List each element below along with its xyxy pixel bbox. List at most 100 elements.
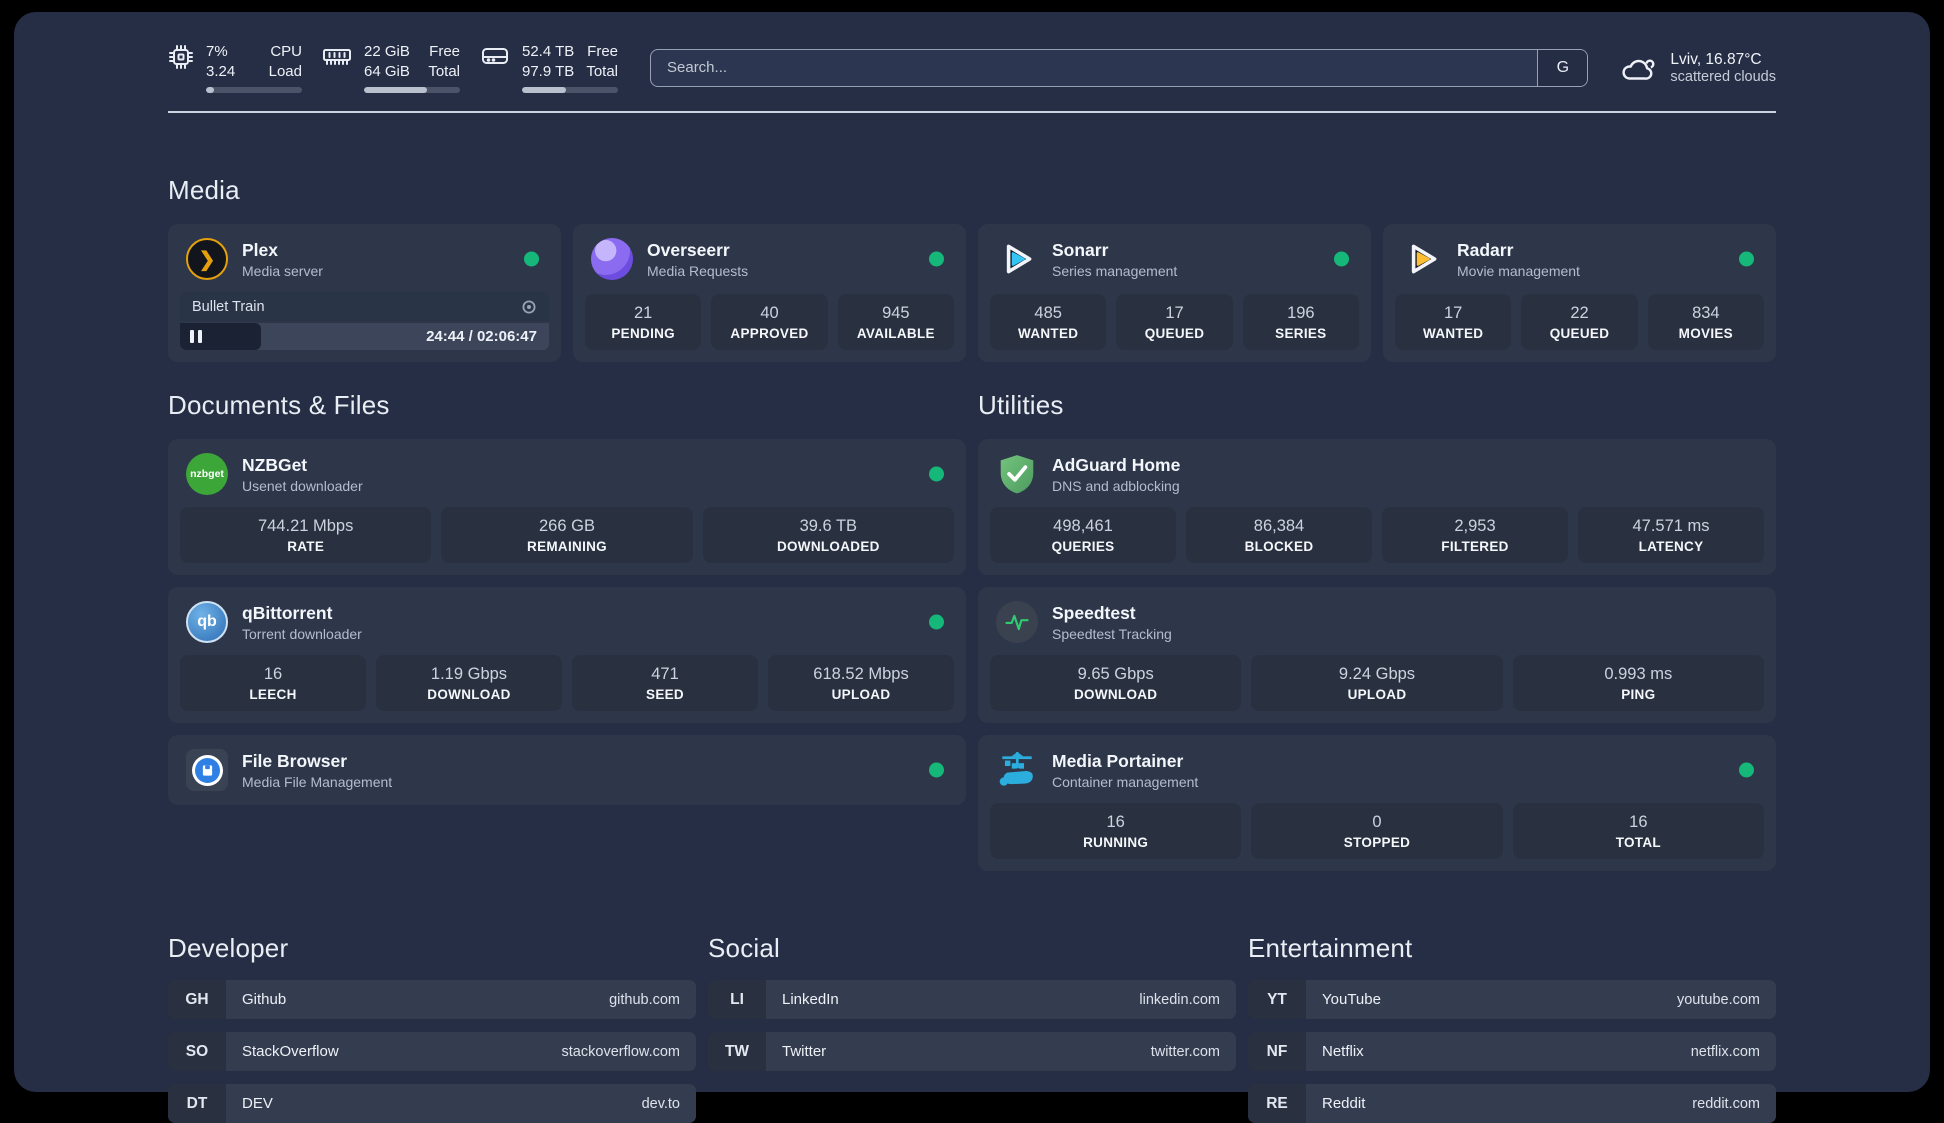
- app-description: Media Requests: [647, 262, 749, 279]
- stat-tile: 196 SERIES: [1242, 294, 1359, 350]
- app-name: qBittorrent: [242, 602, 333, 623]
- stat-label: LATENCY: [1638, 538, 1704, 554]
- header-divider: [168, 111, 1776, 113]
- card-header: Sonarr Series management: [990, 236, 1359, 282]
- stat-tile: 945 AVAILABLE: [837, 294, 954, 350]
- app-card-portainer[interactable]: Media Portainer Container management 16 …: [978, 735, 1776, 871]
- stat-label: LEECH: [249, 686, 297, 702]
- stat-value: 196: [1287, 303, 1315, 322]
- cpu-usage-value: 7%: [206, 43, 228, 60]
- stats-row: 16 RUNNING 0 STOPPED 16 TOTAL: [990, 793, 1764, 859]
- playback-progress-bar[interactable]: 24:44 / 02:06:47: [180, 323, 549, 350]
- stat-label: DOWNLOAD: [1073, 686, 1158, 702]
- cpu-progress-bar: [206, 87, 302, 93]
- stat-value: 266 GB: [539, 516, 595, 535]
- speedtest-icon: [996, 601, 1038, 643]
- stat-tile: 16 RUNNING: [990, 803, 1242, 859]
- app-card-qbittorrent[interactable]: qb qBittorrent Torrent downloader 16 LEE…: [168, 587, 966, 723]
- app-card-plex[interactable]: ❯ Plex Media server Bullet Train 24:44 /…: [168, 224, 561, 362]
- weather-condition: scattered clouds: [1670, 68, 1776, 85]
- portainer-icon: [996, 749, 1038, 791]
- link-abbr-badge: YT: [1248, 980, 1306, 1019]
- link-abbr-badge: TW: [708, 1032, 766, 1071]
- stats-row: 498,461 QUERIES 86,384 BLOCKED 2,953 FIL…: [990, 497, 1764, 563]
- section-heading-social: Social: [708, 933, 781, 963]
- app-card-speedtest[interactable]: Speedtest Speedtest Tracking 9.65 Gbps D…: [978, 587, 1776, 723]
- status-online-dot: [1739, 251, 1754, 267]
- link-row-twitter[interactable]: TW Twitter twitter.com: [708, 1032, 1236, 1071]
- link-row-youtube[interactable]: YT YouTube youtube.com: [1248, 980, 1776, 1019]
- stat-tile: 17 QUEUED: [1116, 294, 1233, 350]
- app-name: Sonarr: [1052, 239, 1109, 260]
- stat-tile: 618.52 Mbps UPLOAD: [768, 655, 954, 711]
- filebrowser-icon: [186, 749, 228, 791]
- stat-value: 16: [1629, 812, 1648, 831]
- app-card-filebrowser[interactable]: File Browser Media File Management: [168, 735, 966, 805]
- card-header: qb qBittorrent Torrent downloader: [180, 599, 954, 645]
- memory-stick-icon: [322, 44, 352, 70]
- weather-widget: Lviv, 16.87°C scattered clouds: [1618, 51, 1776, 85]
- stat-label: MOVIES: [1678, 325, 1733, 341]
- playback-time: 24:44 / 02:06:47: [426, 328, 537, 345]
- app-name: NZBGet: [242, 454, 308, 475]
- stat-value: 22: [1570, 303, 1589, 322]
- stat-value: 0.993 ms: [1604, 664, 1673, 683]
- status-online-dot: [524, 251, 539, 267]
- stat-label: RUNNING: [1083, 834, 1149, 850]
- links-section-entertainment: Entertainment YT YouTube youtube.com NF …: [1248, 933, 1776, 1123]
- stat-tile: 9.24 Gbps UPLOAD: [1251, 655, 1503, 711]
- stat-tile: 9.65 Gbps DOWNLOAD: [990, 655, 1242, 711]
- cpu-chip-icon: [168, 44, 194, 70]
- stat-tile: 2,953 FILTERED: [1382, 507, 1568, 563]
- stat-label: DOWNLOADED: [776, 538, 880, 554]
- stat-value: 86,384: [1253, 516, 1305, 535]
- qbittorrent-icon: qb: [186, 601, 228, 643]
- link-name: LinkedIn: [782, 991, 839, 1008]
- pause-icon[interactable]: [190, 330, 202, 343]
- app-card-adguard[interactable]: AdGuard Home DNS and adblocking 498,461 …: [978, 439, 1776, 575]
- stat-value: 498,461: [1053, 516, 1113, 535]
- app-card-sonarr[interactable]: Sonarr Series management 485 WANTED 17 Q…: [978, 224, 1371, 362]
- stat-label: QUEUED: [1144, 325, 1205, 341]
- link-row-netflix[interactable]: NF Netflix netflix.com: [1248, 1032, 1776, 1071]
- sonarr-icon: [996, 238, 1038, 280]
- stat-tile: 86,384 BLOCKED: [1186, 507, 1372, 563]
- now-playing-title: Bullet Train: [192, 298, 265, 315]
- storage-progress-fill: [522, 87, 567, 93]
- search-engine-button[interactable]: G: [1537, 49, 1588, 86]
- storage-total-label: Total: [586, 62, 618, 80]
- stat-value: 16: [1106, 812, 1125, 831]
- search-input[interactable]: [651, 49, 1538, 86]
- media-card-grid: ❯ Plex Media server Bullet Train 24:44 /…: [168, 224, 1776, 362]
- stat-label: WANTED: [1423, 325, 1484, 341]
- player-settings-icon[interactable]: [521, 299, 537, 315]
- link-row-github[interactable]: GH Github github.com: [168, 980, 696, 1019]
- stat-label: STOPPED: [1343, 834, 1411, 850]
- app-description: Movie management: [1457, 262, 1580, 279]
- link-row-linkedin[interactable]: LI LinkedIn linkedin.com: [708, 980, 1236, 1019]
- storage-progress-bar: [522, 87, 618, 93]
- stats-row: 21 PENDING 40 APPROVED 945 AVAILABLE: [585, 284, 954, 350]
- memory-free-label: Free: [429, 43, 460, 60]
- stat-label: PING: [1621, 686, 1656, 702]
- stat-label: REMAINING: [527, 538, 607, 554]
- stat-tile: 40 APPROVED: [711, 294, 828, 350]
- stat-value: 9.24 Gbps: [1338, 664, 1416, 683]
- app-card-nzbget[interactable]: nzbget NZBGet Usenet downloader 744.21 M…: [168, 439, 966, 575]
- app-name: Speedtest: [1052, 602, 1136, 623]
- stat-label: DOWNLOAD: [427, 686, 511, 702]
- app-description: Container management: [1052, 773, 1199, 790]
- link-row-stackoverflow[interactable]: SO StackOverflow stackoverflow.com: [168, 1032, 696, 1071]
- stat-tile: 47.571 ms LATENCY: [1578, 507, 1764, 563]
- section-heading-developer: Developer: [168, 933, 289, 963]
- stat-value: 945: [882, 303, 910, 322]
- stat-label: UPLOAD: [831, 686, 891, 702]
- app-card-overseerr[interactable]: Overseerr Media Requests 21 PENDING 40 A…: [573, 224, 966, 362]
- stat-label: BLOCKED: [1244, 538, 1314, 554]
- app-card-radarr[interactable]: Radarr Movie management 17 WANTED 22 QUE…: [1383, 224, 1776, 362]
- weather-location-temp: Lviv, 16.87°C: [1670, 50, 1762, 68]
- storage-stat-group: 52.4 TB 97.9 TB Free Total: [480, 42, 618, 93]
- link-name: StackOverflow: [242, 1043, 339, 1060]
- card-header: AdGuard Home DNS and adblocking: [990, 451, 1764, 497]
- app-description: Media server: [242, 262, 323, 279]
